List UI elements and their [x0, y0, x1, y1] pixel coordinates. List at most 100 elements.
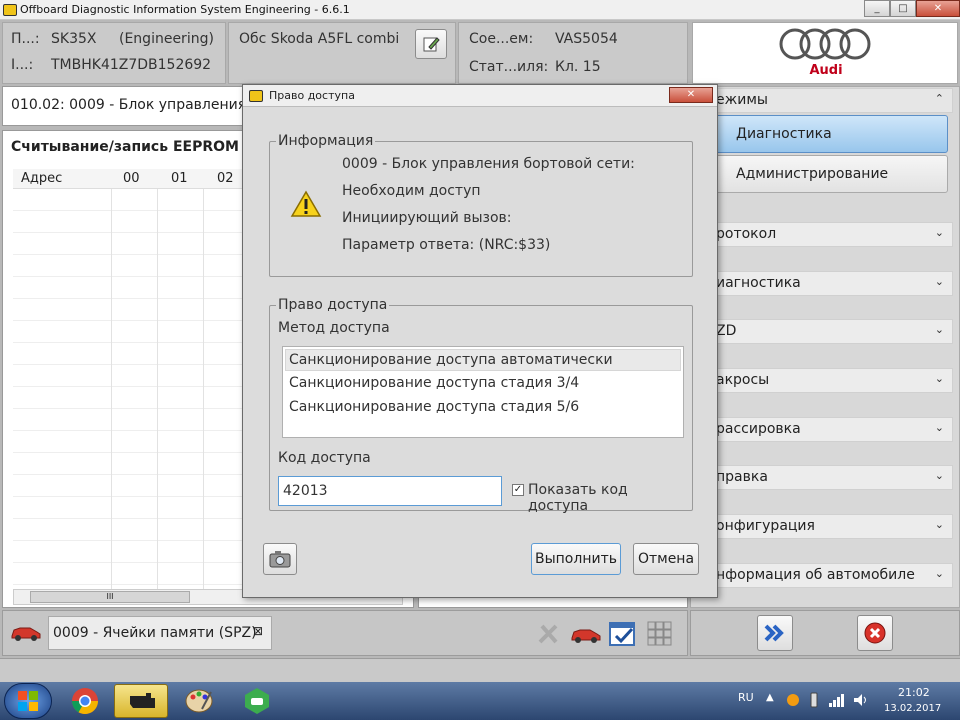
- sidebar-item-zd[interactable]: ZD ⌄: [693, 319, 953, 344]
- cancel-button[interactable]: Отмена: [633, 543, 699, 575]
- protocol-label: ротокол: [716, 226, 777, 242]
- maximize-button[interactable]: □: [890, 0, 916, 17]
- app-icon: [3, 4, 17, 16]
- language-indicator[interactable]: RU: [738, 691, 754, 704]
- info-group: Информация 0009 - Блок управления бортов…: [269, 133, 693, 277]
- tab-spz[interactable]: 0009 - Ячейки памяти (SPZ) ⊠: [48, 616, 272, 650]
- sidebar-item-vehicle-info[interactable]: нформация об автомобиле ⌄: [693, 563, 953, 588]
- sidebar-item-trace[interactable]: рассировка ⌄: [693, 417, 953, 442]
- show-code-checkbox[interactable]: ✓: [512, 484, 524, 496]
- nav-strip: [690, 610, 960, 656]
- close-button[interactable]: ✕: [916, 0, 960, 17]
- vehicle-model-panel: Обс Skoda A5FL combi: [228, 22, 456, 84]
- col-00[interactable]: 00: [123, 171, 140, 186]
- minimize-button[interactable]: _: [864, 0, 890, 17]
- administration-mode-button[interactable]: Администрирование: [693, 155, 948, 193]
- car-icon: [11, 627, 41, 641]
- method-item-stage34[interactable]: Санкционирование доступа стадия 3/4: [285, 373, 681, 395]
- car-diagnostic-icon[interactable]: [570, 624, 602, 644]
- status-bar: [0, 658, 960, 682]
- stop-icon: [864, 622, 886, 644]
- paint-palette-icon: [185, 689, 213, 713]
- checklist-icon[interactable]: [608, 620, 638, 648]
- network-tray-icon[interactable]: [828, 692, 846, 708]
- brand-panel: Audi: [692, 22, 958, 84]
- access-dialog: Право доступа ✕ Информация 0009 - Блок у…: [242, 84, 718, 598]
- warning-icon: [290, 190, 322, 217]
- sidebar-item-protocol[interactable]: ротокол ⌄: [693, 222, 953, 247]
- method-item-stage56-label: Санкционирование доступа стадия 5/6: [289, 399, 580, 415]
- access-group-label: Право доступа: [276, 297, 390, 313]
- scroll-thumb[interactable]: III: [30, 591, 190, 603]
- info-group-label: Информация: [276, 133, 376, 149]
- clock-time[interactable]: 21:02: [898, 686, 930, 699]
- method-list: Санкционирование доступа автоматически С…: [282, 346, 684, 438]
- tab-close-icon[interactable]: ⊠: [253, 624, 263, 638]
- expand-icon: ⌄: [934, 469, 944, 482]
- expand-icon: ⌄: [934, 275, 944, 288]
- forward-button[interactable]: [757, 615, 793, 651]
- p-value: SK35X: [51, 31, 97, 47]
- connection-panel: Сое...ем: VAS5054 Стат...иля: Кл. 15: [458, 22, 688, 84]
- col-02[interactable]: 02: [217, 171, 234, 186]
- info-line-4: Параметр ответа: (NRC:$33): [342, 237, 551, 253]
- window-title: Offboard Diagnostic Information System E…: [20, 3, 350, 16]
- method-label: Метод доступа: [278, 320, 390, 336]
- col-address[interactable]: Адрес: [21, 171, 62, 186]
- method-item-stage56[interactable]: Санкционирование доступа стадия 5/6: [285, 397, 681, 419]
- sidebar-item-diagnostics[interactable]: иагностика ⌄: [693, 271, 953, 296]
- double-chevron-right-icon: [764, 624, 784, 642]
- execute-button[interactable]: Выполнить: [531, 543, 621, 575]
- p-mode: (Engineering): [119, 31, 214, 47]
- administration-mode-label: Администрирование: [736, 166, 889, 182]
- edit-button[interactable]: [415, 29, 447, 59]
- soe-label: Сое...ем:: [469, 31, 534, 47]
- dialog-title: Право доступа: [269, 89, 355, 102]
- dialog-titlebar: Право доступа ✕: [243, 85, 717, 107]
- sidebar-item-macros[interactable]: акросы ⌄: [693, 368, 953, 393]
- grid-icon[interactable]: [646, 620, 674, 648]
- usb-tray-icon[interactable]: [808, 692, 820, 708]
- stat-value: Кл. 15: [555, 59, 601, 75]
- sidebar-item-help[interactable]: правка ⌄: [693, 465, 953, 490]
- camera-icon: [269, 551, 291, 568]
- show-code-label: Показать код доступа: [528, 482, 628, 514]
- p-label: П...:: [11, 31, 40, 47]
- screenshot-button[interactable]: [263, 543, 297, 575]
- tray-expand-icon[interactable]: ▲: [766, 692, 774, 703]
- trace-label: рассировка: [716, 421, 801, 437]
- volume-tray-icon[interactable]: [852, 692, 870, 708]
- tools-icon[interactable]: [536, 620, 562, 646]
- tab-spz-label: 0009 - Ячейки памяти (SPZ): [53, 625, 257, 641]
- info-line-3: Инициирующий вызов:: [342, 210, 512, 226]
- paint-taskbar-button[interactable]: [172, 684, 226, 718]
- stat-label: Стат...иля:: [469, 59, 549, 75]
- odis-taskbar-button[interactable]: [114, 684, 168, 718]
- configuration-label: онфигурация: [716, 518, 815, 534]
- collapse-icon: ⌃: [934, 92, 944, 105]
- title-bar: Offboard Diagnostic Information System E…: [0, 0, 960, 20]
- access-group: Право доступа Метод доступа Санкциониров…: [269, 297, 693, 514]
- access-code-value: 42013: [283, 483, 328, 499]
- zd-label: ZD: [716, 323, 737, 339]
- dialog-close-button[interactable]: ✕: [669, 87, 713, 103]
- method-item-stage34-label: Санкционирование доступа стадия 3/4: [289, 375, 580, 391]
- audi-logo-icon: [779, 28, 871, 60]
- col-01[interactable]: 01: [171, 171, 188, 186]
- modes-header[interactable]: ежимы ⌃: [693, 88, 953, 113]
- start-button[interactable]: [4, 683, 52, 719]
- orange-tray-icon[interactable]: [786, 693, 800, 707]
- chrome-taskbar-button[interactable]: [58, 684, 112, 718]
- access-code-input[interactable]: 42013: [278, 476, 502, 506]
- sidebar-item-configuration[interactable]: онфигурация ⌄: [693, 514, 953, 539]
- method-item-auto[interactable]: Санкционирование доступа автоматически: [285, 349, 681, 371]
- app-taskbar-button[interactable]: [230, 684, 284, 718]
- expand-icon: ⌄: [934, 518, 944, 531]
- diagnostics-mode-button[interactable]: Диагностика: [693, 115, 948, 153]
- vehicle-info-panel: П...: SK35X (Engineering) I...: TMBHK41Z…: [2, 22, 226, 84]
- cancel-session-button[interactable]: [857, 615, 893, 651]
- clock-date[interactable]: 13.02.2017: [884, 703, 941, 714]
- expand-icon: ⌄: [934, 323, 944, 336]
- brand-label: Audi: [809, 63, 843, 78]
- vin-value: TMBHK41Z7DB152692: [51, 57, 212, 73]
